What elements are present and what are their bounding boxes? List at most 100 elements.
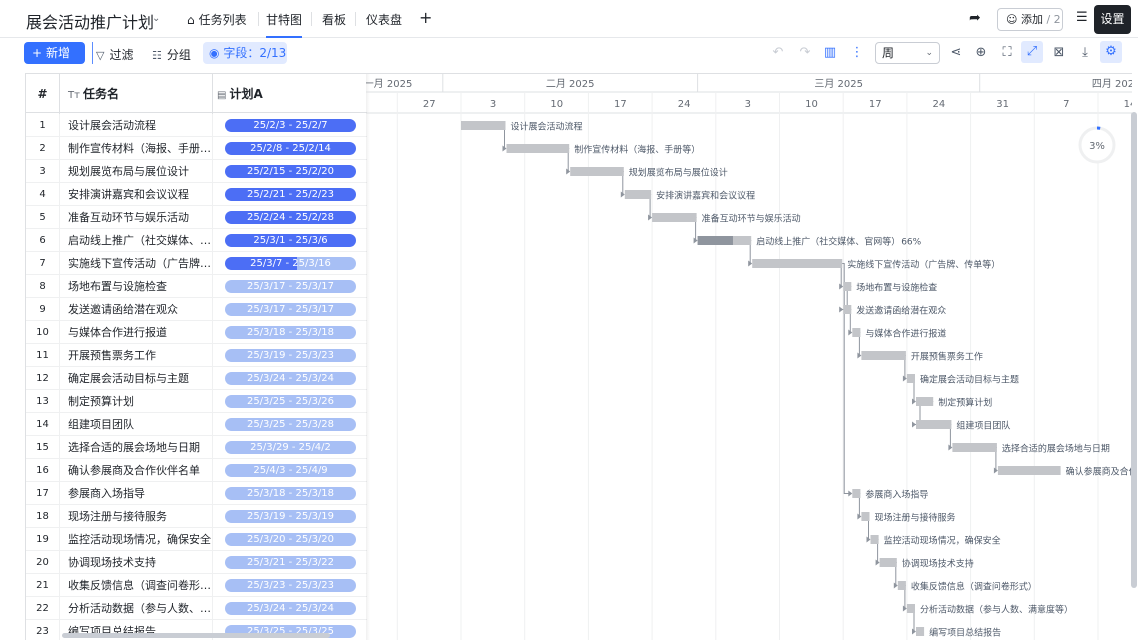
task-name-cell[interactable]: 安排演讲嘉宾和会议议程 [60,183,213,206]
list-settings-icon[interactable]: ☰ [1076,10,1088,25]
table-row[interactable]: 12 确定展会活动目标与主题 25/3/24 - 25/3/24 [26,367,367,390]
plan-cell[interactable]: 25/3/25 - 25/3/28 [213,413,367,436]
task-name-cell[interactable]: 启动线上推广（社交媒体、官网等） [60,229,213,252]
page-title[interactable]: 展会活动推广计划 [26,9,154,33]
plan-date-pill[interactable]: 25/3/18 - 25/3/18 [225,326,356,339]
task-bar[interactable] [916,420,952,429]
table-row[interactable]: 2 制作宣传材料（海报、手册等） 25/2/8 - 25/2/14 [26,137,367,160]
task-bar[interactable] [843,282,852,291]
plan-date-pill[interactable]: 25/2/24 - 25/2/28 [225,211,356,224]
plan-cell[interactable]: 25/3/20 - 25/3/20 [213,528,367,551]
plan-date-pill[interactable]: 25/3/19 - 25/3/19 [225,510,356,523]
table-row[interactable]: 4 安排演讲嘉宾和会议议程 25/2/21 - 25/2/23 [26,183,367,206]
vertical-scrollbar[interactable] [1131,112,1137,588]
task-name-cell[interactable]: 确认参展商及合作伙伴名单 [60,459,213,482]
plan-date-pill[interactable]: 25/2/8 - 25/2/14 [225,142,356,155]
plan-cell[interactable]: 25/3/17 - 25/3/17 [213,275,367,298]
task-bar[interactable] [624,190,652,199]
task-name-cell[interactable]: 确定展会活动目标与主题 [60,367,213,390]
task-name-cell[interactable]: 分析活动数据（参与人数、满意度等） [60,597,213,620]
locate-today-icon[interactable]: ⊕ [973,45,989,60]
plan-cell[interactable]: 25/3/21 - 25/3/22 [213,551,367,574]
group-button[interactable]: ☷ 分组 [152,46,191,63]
plan-cell[interactable]: 25/4/3 - 25/4/9 [213,459,367,482]
task-name-cell[interactable]: 制定预算计划 [60,390,213,413]
plan-date-pill[interactable]: 25/3/24 - 25/3/24 [225,602,356,615]
plan-date-pill[interactable]: 25/4/3 - 25/4/9 [225,464,356,477]
plan-date-pill[interactable]: 25/3/17 - 25/3/17 [225,303,356,316]
column-header-name[interactable]: Tт 任务名 [60,74,213,114]
plan-date-pill[interactable]: 25/3/20 - 25/3/20 [225,533,356,546]
table-row[interactable]: 1 设计展会活动流程 25/2/3 - 25/2/7 [26,114,367,137]
undo-icon[interactable]: ↶ [770,45,786,60]
task-bar[interactable] [916,627,925,636]
add-member-button[interactable]: ☺ 添加 / 2 [997,8,1063,31]
plan-cell[interactable]: 25/3/25 - 25/3/26 [213,390,367,413]
task-name-cell[interactable]: 发送邀请函给潜在观众 [60,298,213,321]
column-header-plan[interactable]: ▤ 计划A [213,74,367,114]
chevron-down-icon[interactable]: ⌄ [152,13,160,24]
plan-date-pill[interactable]: 25/3/19 - 25/3/23 [225,349,356,362]
plan-cell[interactable]: 25/3/18 - 25/3/18 [213,321,367,344]
task-name-cell[interactable]: 开展预售票务工作 [60,344,213,367]
expand-icon[interactable]: ⤢ [1021,41,1043,63]
table-row[interactable]: 20 协调现场技术支持 25/3/21 - 25/3/22 [26,551,367,574]
task-name-cell[interactable]: 与媒体合作进行报道 [60,321,213,344]
plan-date-pill[interactable]: 25/3/29 - 25/4/2 [225,441,356,454]
task-bar[interactable] [843,305,852,314]
table-row[interactable]: 13 制定预算计划 25/3/25 - 25/3/26 [26,390,367,413]
share-icon[interactable]: ➦ [969,10,981,26]
table-row[interactable]: 16 确认参展商及合作伙伴名单 25/4/3 - 25/4/9 [26,459,367,482]
plan-cell[interactable]: 25/2/15 - 25/2/20 [213,160,367,183]
plan-date-pill[interactable]: 25/3/1 - 25/3/6 [225,234,356,247]
task-bar[interactable] [852,328,861,337]
table-row[interactable]: 10 与媒体合作进行报道 25/3/18 - 25/3/18 [26,321,367,344]
plan-date-pill[interactable]: 25/3/25 - 25/3/28 [225,418,356,431]
task-name-cell[interactable]: 制作宣传材料（海报、手册等） [60,137,213,160]
table-row[interactable]: 8 场地布置与设施检查 25/3/17 - 25/3/17 [26,275,367,298]
table-row[interactable]: 15 选择合适的展会场地与日期 25/3/29 - 25/4/2 [26,436,367,459]
task-bar[interactable] [906,604,915,613]
plan-date-pill[interactable]: 25/2/21 - 25/2/23 [225,188,356,201]
task-bar[interactable] [870,535,879,544]
tab-dashboard[interactable]: 仪表盘 [366,10,402,30]
table-row[interactable]: 9 发送邀请函给潜在观众 25/3/17 - 25/3/17 [26,298,367,321]
task-bar[interactable] [861,351,906,360]
task-bar[interactable] [906,374,915,383]
plan-cell[interactable]: 25/3/19 - 25/3/23 [213,344,367,367]
task-name-cell[interactable]: 场地布置与设施检查 [60,275,213,298]
task-bar[interactable] [879,558,897,567]
plan-cell[interactable]: 25/3/29 - 25/4/2 [213,436,367,459]
table-row[interactable]: 17 参展商入场指导 25/3/18 - 25/3/18 [26,482,367,505]
filter-button[interactable]: ▽ 过滤 [96,46,133,63]
task-bar[interactable] [997,466,1061,475]
task-bar[interactable] [652,213,697,222]
plan-cell[interactable]: 25/3/18 - 25/3/18 [213,482,367,505]
task-bar[interactable] [897,581,906,590]
table-row[interactable]: 11 开展预售票务工作 25/3/19 - 25/3/23 [26,344,367,367]
task-bar[interactable] [570,167,624,176]
task-name-cell[interactable]: 组建项目团队 [60,413,213,436]
task-name-cell[interactable]: 协调现场技术支持 [60,551,213,574]
plan-cell[interactable]: 25/3/24 - 25/3/24 [213,367,367,390]
table-row[interactable]: 21 收集反馈信息（调查问卷形式） 25/3/23 - 25/3/23 [26,574,367,597]
table-row[interactable]: 3 规划展览布局与展位设计 25/2/15 - 25/2/20 [26,160,367,183]
plan-cell[interactable]: 25/3/17 - 25/3/17 [213,298,367,321]
plan-date-pill[interactable]: 25/2/3 - 25/2/7 [225,119,356,132]
plan-date-pill[interactable]: 25/3/23 - 25/3/23 [225,579,356,592]
tab-kanban[interactable]: 看板 [322,10,346,30]
task-bar[interactable] [506,144,570,153]
tab-task-list[interactable]: ⌂ 任务列表 [187,10,247,30]
plan-date-pill[interactable]: 25/3/21 - 25/3/22 [225,556,356,569]
plan-date-pill[interactable]: 25/3/24 - 25/3/24 [225,372,356,385]
plan-date-pill[interactable]: 25/2/15 - 25/2/20 [225,165,356,178]
plan-date-pill[interactable]: 25/3/7 - 25/3/16 [225,257,356,270]
plan-date-pill[interactable]: 25/3/17 - 25/3/17 [225,280,356,293]
critical-path-icon[interactable]: ⋮ [849,45,865,60]
task-name-cell[interactable]: 选择合适的展会场地与日期 [60,436,213,459]
task-name-cell[interactable]: 参展商入场指导 [60,482,213,505]
task-bar[interactable] [952,443,997,452]
baseline-icon[interactable]: ⊠ [1051,45,1067,60]
task-name-cell[interactable]: 规划展览布局与展位设计 [60,160,213,183]
time-scale-select[interactable]: 周 ⌄ [875,42,940,64]
